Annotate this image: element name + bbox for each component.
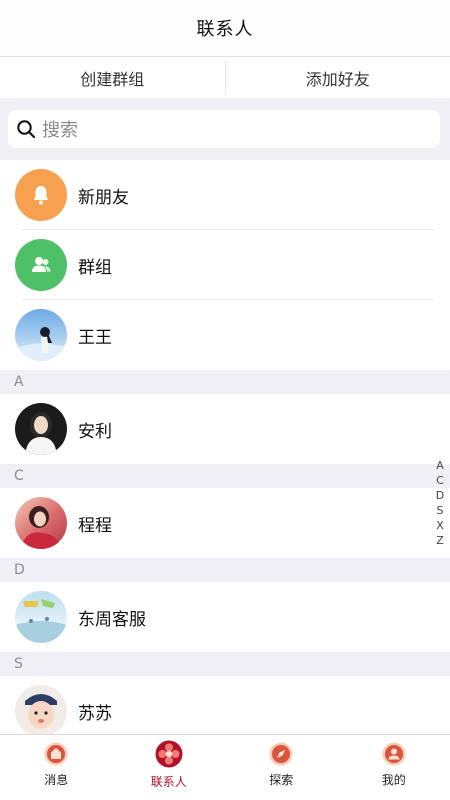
contact-row[interactable]: 安利 bbox=[0, 394, 450, 464]
avatar bbox=[15, 403, 67, 455]
tab-label: 联系人 bbox=[150, 775, 187, 789]
avatar bbox=[15, 497, 67, 549]
tab-label: 消息 bbox=[44, 773, 69, 787]
new-friends-item[interactable]: 新朋友 bbox=[0, 160, 450, 230]
tab-profile[interactable]: 我的 bbox=[338, 735, 450, 800]
contact-name: 安利 bbox=[78, 421, 112, 442]
message-icon bbox=[44, 742, 68, 766]
list-item-label: 群组 bbox=[78, 257, 112, 278]
avatar bbox=[15, 309, 67, 361]
contact-name: 程程 bbox=[78, 515, 112, 536]
contact-row[interactable]: 程程 bbox=[0, 488, 450, 558]
contact-list: 新朋友 群组 王王 A 安利 C 程程 D 东周客服 S 苏苏 bbox=[0, 160, 450, 746]
contact-name: 王王 bbox=[78, 327, 112, 348]
search-placeholder: 搜索 bbox=[42, 120, 78, 141]
contacts-icon bbox=[155, 740, 183, 768]
list-item-label: 新朋友 bbox=[78, 187, 129, 208]
avatar bbox=[15, 685, 67, 737]
tab-messages[interactable]: 消息 bbox=[0, 735, 113, 800]
tab-label: 我的 bbox=[381, 773, 406, 787]
contact-name: 苏苏 bbox=[78, 703, 112, 724]
avatar bbox=[15, 591, 67, 643]
tab-explore[interactable]: 探索 bbox=[225, 735, 338, 800]
search-input[interactable]: 搜索 bbox=[8, 110, 440, 148]
section-header-c: C bbox=[0, 464, 450, 488]
contact-name: 东周客服 bbox=[78, 609, 146, 630]
contact-row[interactable]: 东周客服 bbox=[0, 582, 450, 652]
section-header-d: D bbox=[0, 558, 450, 582]
contact-row[interactable]: 王王 bbox=[0, 300, 450, 370]
index-letter[interactable]: A bbox=[436, 458, 444, 473]
index-letter[interactable]: S bbox=[437, 503, 444, 518]
section-header-s: S bbox=[0, 652, 450, 676]
group-icon bbox=[15, 239, 67, 291]
tab-bar: 消息 联系人 探索 我的 bbox=[0, 734, 450, 800]
index-letter[interactable]: X bbox=[436, 518, 444, 533]
action-bar: 创建群组 添加好友 bbox=[0, 57, 450, 98]
create-group-button[interactable]: 创建群组 bbox=[0, 57, 225, 98]
page-title: 联系人 bbox=[196, 19, 254, 40]
bell-icon bbox=[15, 169, 67, 221]
search-icon bbox=[17, 120, 36, 139]
add-friend-button[interactable]: 添加好友 bbox=[226, 57, 450, 98]
section-header-a: A bbox=[0, 370, 450, 394]
index-letter[interactable]: C bbox=[436, 473, 444, 488]
search-area: 搜索 bbox=[0, 98, 450, 160]
profile-icon bbox=[382, 742, 406, 766]
tab-contacts[interactable]: 联系人 bbox=[113, 735, 226, 800]
nav-bar: 联系人 bbox=[0, 0, 450, 57]
tab-label: 探索 bbox=[269, 773, 294, 787]
explore-icon bbox=[269, 742, 293, 766]
index-letter[interactable]: Z bbox=[436, 533, 444, 548]
index-letter[interactable]: D bbox=[436, 488, 444, 503]
groups-item[interactable]: 群组 bbox=[0, 230, 450, 300]
alphabet-index[interactable]: A C D S X Z bbox=[434, 458, 446, 548]
